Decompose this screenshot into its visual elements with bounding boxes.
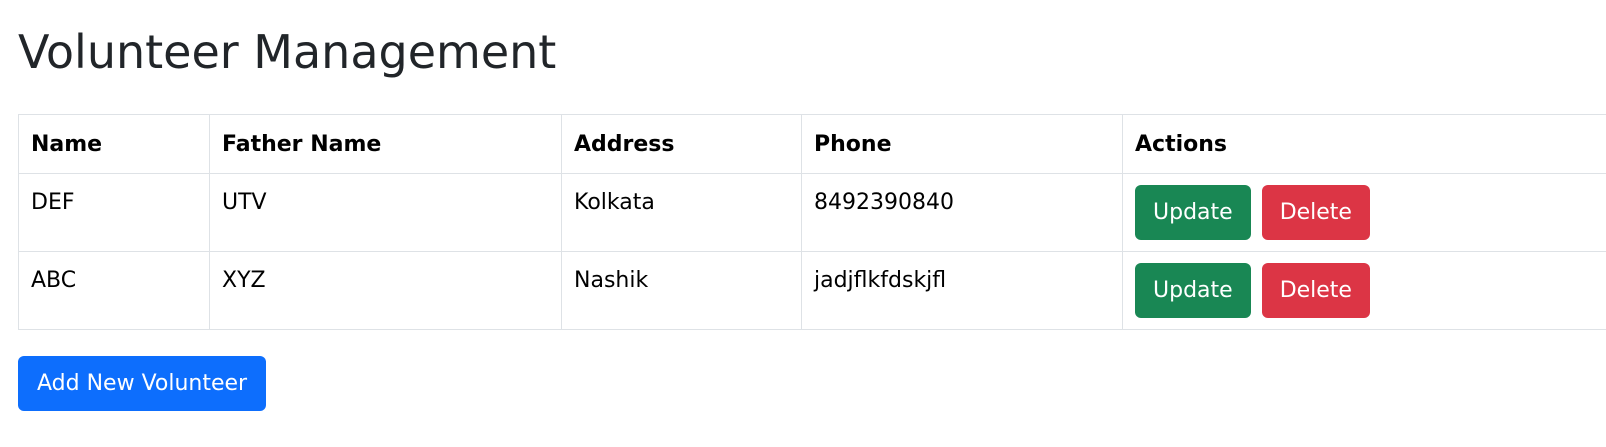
add-new-volunteer-button[interactable]: Add New Volunteer [18,356,267,411]
cell-father-name: XYZ [209,251,562,330]
cell-name: ABC [18,251,210,330]
column-header-name: Name [18,114,210,174]
cell-address: Kolkata [561,173,802,252]
volunteer-management-page: Volunteer Management Name Father Name Ad… [0,0,1606,447]
page-title: Volunteer Management [18,25,557,79]
update-button[interactable]: Update [1135,185,1251,240]
volunteer-table: Name Father Name Address Phone Actions D… [18,114,1606,330]
cell-name: DEF [18,173,210,252]
cell-phone: jadjflkfdskjfl [801,251,1123,330]
cell-actions: Update Delete [1122,173,1606,252]
column-header-father-name: Father Name [209,114,562,174]
column-header-address: Address [561,114,802,174]
table-row: ABC XYZ Nashik jadjflkfdskjfl Update Del… [18,251,1606,330]
cell-actions: Update Delete [1122,251,1606,330]
column-header-actions: Actions [1122,114,1606,174]
table-header: Name Father Name Address Phone Actions [18,114,1606,174]
column-header-phone: Phone [801,114,1123,174]
delete-button[interactable]: Delete [1261,185,1370,240]
update-button[interactable]: Update [1135,263,1251,318]
volunteer-table-container: Name Father Name Address Phone Actions D… [18,114,1606,330]
cell-phone: 8492390840 [801,173,1123,252]
delete-button[interactable]: Delete [1261,263,1370,318]
cell-father-name: UTV [209,173,562,252]
table-header-row: Name Father Name Address Phone Actions [18,114,1606,174]
cell-address: Nashik [561,251,802,330]
table-body: DEF UTV Kolkata 8492390840 Update Delete… [18,173,1606,330]
table-row: DEF UTV Kolkata 8492390840 Update Delete [18,173,1606,252]
